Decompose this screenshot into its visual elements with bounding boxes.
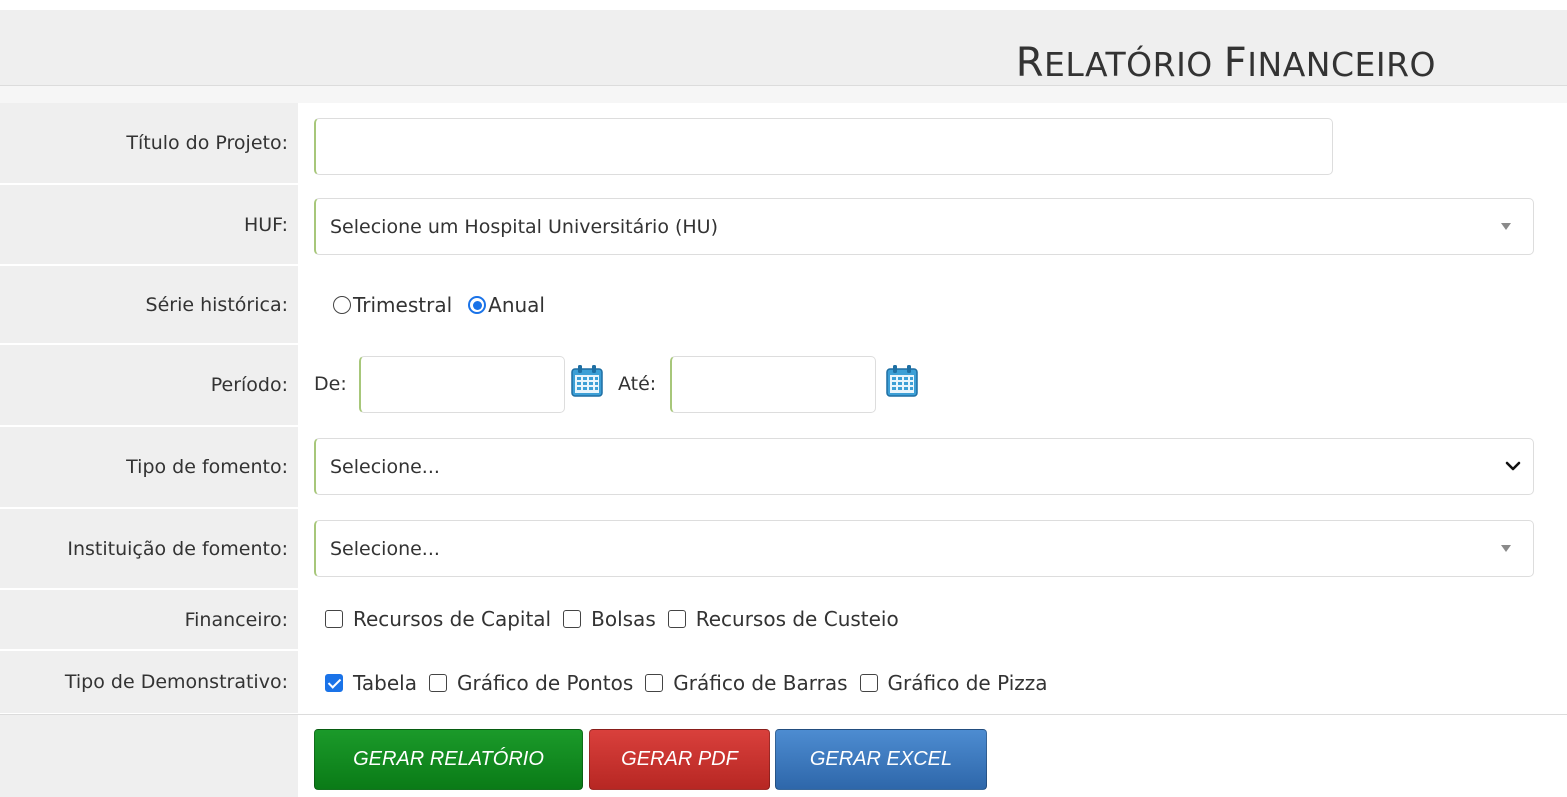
checkbox-grafico-pizza[interactable] xyxy=(859,674,878,692)
titulo-input[interactable] xyxy=(314,118,1333,175)
radio-trimestral-label[interactable]: Trimestral xyxy=(353,293,452,317)
calendar-icon[interactable] xyxy=(885,364,919,398)
checkbox-recursos-capital[interactable] xyxy=(325,610,343,628)
checkbox-grafico-pontos[interactable] xyxy=(428,674,447,692)
instituicao-value: Selecione... xyxy=(330,537,440,560)
tipo-fomento-value: Selecione... xyxy=(330,455,440,478)
checkbox-bolsas[interactable] xyxy=(563,610,582,628)
checkbox-tabela[interactable] xyxy=(325,674,343,692)
huf-select[interactable]: Selecione um Hospital Universitário (HU) xyxy=(314,198,1534,255)
gerar-excel-button[interactable]: GERAR EXCEL xyxy=(775,729,987,790)
periodo-de-label: De: xyxy=(314,373,347,395)
tipo-fomento-label: Tipo de fomento: xyxy=(0,427,298,507)
checkbox-recursos-custeio[interactable] xyxy=(667,610,686,628)
gerar-pdf-button[interactable]: GERAR PDF xyxy=(589,729,770,790)
checkbox-grafico-pizza-label[interactable]: Gráfico de Pizza xyxy=(888,671,1048,695)
page-title: RELATÓRIO FINANCEIRO xyxy=(1016,40,1436,86)
header-bar: RELATÓRIO FINANCEIRO xyxy=(0,10,1567,86)
header-divider xyxy=(0,86,1567,103)
page: RELATÓRIO FINANCEIRO Título do Projeto: … xyxy=(0,0,1567,797)
periodo-ate-label: Até: xyxy=(618,373,657,395)
title-initial-2: F xyxy=(1223,40,1248,86)
caret-down-icon xyxy=(1501,545,1511,552)
demonstrativo-label: Tipo de Demonstrativo: xyxy=(0,651,298,713)
checkbox-bolsas-label[interactable]: Bolsas xyxy=(591,607,656,631)
title-initial: R xyxy=(1015,40,1044,86)
huf-label: HUF: xyxy=(0,185,298,264)
financeiro-group: Recursos de Capital Bolsas Recursos de C… xyxy=(325,607,911,631)
radio-anual[interactable] xyxy=(468,296,487,314)
radio-trimestral[interactable] xyxy=(333,296,351,314)
caret-down-icon xyxy=(1501,223,1511,230)
financeiro-label: Financeiro: xyxy=(0,590,298,649)
checkbox-recursos-capital-label[interactable]: Recursos de Capital xyxy=(353,607,551,631)
chevron-down-icon xyxy=(1505,461,1521,471)
periodo-ate-input[interactable] xyxy=(670,356,876,413)
instituicao-label: Instituição de fomento: xyxy=(0,509,298,588)
huf-select-value: Selecione um Hospital Universitário (HU) xyxy=(330,215,719,238)
checkbox-grafico-barras-label[interactable]: Gráfico de Barras xyxy=(673,671,847,695)
instituicao-select[interactable]: Selecione... xyxy=(314,520,1534,577)
gerar-relatorio-button[interactable]: GERAR RELATÓRIO xyxy=(314,729,583,790)
tipo-fomento-select[interactable]: Selecione... xyxy=(314,438,1534,495)
title-part-2: INANCEIRO xyxy=(1247,45,1436,84)
checkbox-tabela-label[interactable]: Tabela xyxy=(353,671,417,695)
checkbox-grafico-barras[interactable] xyxy=(645,674,664,692)
checkbox-recursos-custeio-label[interactable]: Recursos de Custeio xyxy=(696,607,899,631)
serie-radio-group: Trimestral Anual xyxy=(333,293,557,317)
demonstrativo-group: Tabela Gráfico de Pontos Gráfico de Barr… xyxy=(325,671,1060,695)
footer-label-cell xyxy=(0,715,298,797)
radio-anual-label[interactable]: Anual xyxy=(488,293,545,317)
periodo-de-input[interactable] xyxy=(359,356,565,413)
calendar-icon[interactable] xyxy=(570,364,604,398)
titulo-label: Título do Projeto: xyxy=(0,103,298,183)
checkbox-grafico-pontos-label[interactable]: Gráfico de Pontos xyxy=(457,671,633,695)
periodo-label: Período: xyxy=(0,345,298,425)
serie-label: Série histórica: xyxy=(0,266,298,343)
title-part-1: ELATÓRIO xyxy=(1044,45,1224,84)
